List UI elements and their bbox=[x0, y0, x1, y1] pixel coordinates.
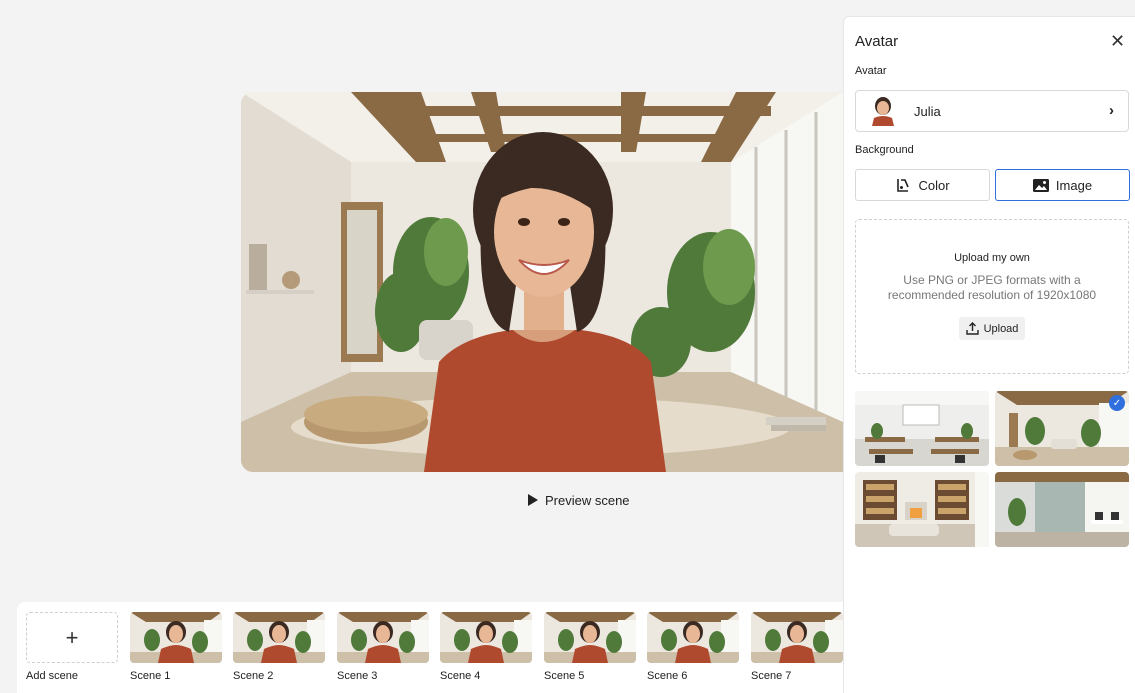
background-section-label: Background bbox=[855, 144, 914, 156]
scene-thumbnail bbox=[130, 612, 222, 663]
selected-check-icon: ✓ bbox=[1109, 395, 1125, 411]
scene-card[interactable]: Scene 5 bbox=[544, 612, 636, 682]
upload-button-label: Upload bbox=[983, 322, 1019, 335]
office-thumbnail bbox=[995, 472, 1129, 547]
classroom-thumbnail bbox=[855, 391, 989, 466]
scene-label: Scene 6 bbox=[647, 670, 688, 682]
scene-strip: + Add scene Scene 1 Scene 2 Scene 3 Scen… bbox=[17, 602, 843, 693]
scene-label: Scene 4 bbox=[440, 670, 481, 682]
add-scene-button[interactable]: + Add scene bbox=[26, 612, 118, 682]
preview-scene-label: Preview scene bbox=[545, 492, 630, 508]
avatar-settings-panel: Avatar ✕ Avatar Julia › Background Color… bbox=[843, 16, 1135, 693]
library-lounge-thumbnail bbox=[855, 472, 989, 547]
scene-label: Scene 2 bbox=[233, 670, 274, 682]
living-room-scene bbox=[241, 92, 843, 472]
scene-card[interactable]: Scene 1 bbox=[130, 612, 222, 682]
scene-label: Scene 3 bbox=[337, 670, 378, 682]
avatar-section-label: Avatar bbox=[855, 65, 887, 77]
chevron-right-icon: › bbox=[1109, 102, 1114, 119]
upload-title: Upload my own bbox=[954, 252, 1030, 264]
avatar-video-preview bbox=[241, 92, 843, 472]
add-scene-label: Add scene bbox=[26, 670, 78, 682]
scene-thumbnail bbox=[233, 612, 325, 663]
background-image-tab[interactable]: Image bbox=[995, 169, 1130, 201]
background-color-tab[interactable]: Color bbox=[855, 169, 990, 201]
scene-thumbnail bbox=[544, 612, 636, 663]
scene-thumbnail bbox=[440, 612, 532, 663]
upload-dropzone[interactable]: Upload my own Use PNG or JPEG formats wi… bbox=[855, 219, 1129, 374]
panel-title: Avatar bbox=[855, 33, 899, 50]
background-option-living-room[interactable]: ✓ bbox=[995, 391, 1129, 466]
scene-label: Scene 7 bbox=[751, 670, 792, 682]
upload-button[interactable]: Upload bbox=[958, 317, 1026, 340]
scene-label: Scene 5 bbox=[544, 670, 585, 682]
background-option-office[interactable] bbox=[995, 472, 1129, 547]
paint-bucket-icon bbox=[897, 179, 910, 192]
scene-label: Scene 1 bbox=[130, 670, 171, 682]
scene-thumbnail bbox=[647, 612, 739, 663]
avatar-thumbnail bbox=[872, 97, 894, 126]
scene-card[interactable]: Scene 7 bbox=[751, 612, 843, 682]
scene-thumbnail bbox=[751, 612, 843, 663]
scene-card[interactable]: Scene 3 bbox=[337, 612, 429, 682]
scene-thumbnail bbox=[337, 612, 429, 663]
avatar-selector[interactable]: Julia › bbox=[855, 90, 1129, 132]
plus-icon: + bbox=[26, 612, 118, 663]
image-tab-label: Image bbox=[1055, 177, 1093, 193]
color-tab-label: Color bbox=[918, 177, 950, 193]
background-option-library-lounge[interactable] bbox=[855, 472, 989, 547]
upload-icon bbox=[965, 322, 979, 335]
play-icon bbox=[528, 494, 538, 506]
close-icon[interactable]: ✕ bbox=[1110, 31, 1125, 52]
scene-card[interactable]: Scene 2 bbox=[233, 612, 325, 682]
stage: Preview scene bbox=[0, 0, 843, 600]
avatar-name: Julia bbox=[914, 103, 941, 119]
preview-scene-button[interactable]: Preview scene bbox=[528, 490, 630, 510]
upload-description: Use PNG or JPEG formats with a recommend… bbox=[887, 273, 1097, 302]
scene-card[interactable]: Scene 6 bbox=[647, 612, 739, 682]
background-option-classroom[interactable] bbox=[855, 391, 989, 466]
image-icon bbox=[1032, 178, 1049, 192]
scene-card[interactable]: Scene 4 bbox=[440, 612, 532, 682]
